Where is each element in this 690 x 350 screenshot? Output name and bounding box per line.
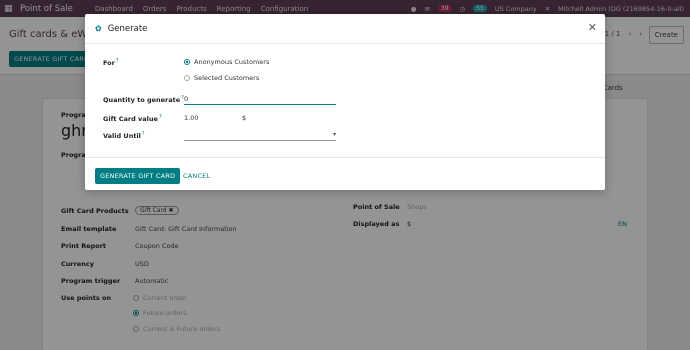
quantity-input[interactable]: 0: [184, 95, 336, 105]
radio-anonymous[interactable]: [184, 59, 190, 65]
radio-selected[interactable]: [184, 75, 190, 81]
odoo-logo-icon: ✿: [95, 24, 102, 33]
quantity-label: Quantity to generate?: [103, 95, 184, 104]
close-icon[interactable]: ✕: [588, 22, 597, 33]
generate-dialog: ✿ Generate ✕ For? Anonymous Customers Se…: [85, 14, 605, 190]
gift-card-value-input[interactable]: 1.00: [184, 114, 238, 124]
for-option-selected-label: Selected Customers: [194, 74, 260, 82]
quantity-label-text: Quantity to generate: [103, 96, 181, 105]
dialog-header: ✿ Generate ✕: [85, 14, 605, 44]
chevron-down-icon[interactable]: ▾: [333, 131, 336, 138]
valid-until-label: Valid Until?: [103, 131, 145, 140]
help-icon[interactable]: ?: [142, 131, 145, 137]
valid-until-label-text: Valid Until: [103, 132, 141, 141]
for-option-anonymous[interactable]: Anonymous Customers: [184, 58, 269, 66]
dialog-title: Generate: [107, 23, 148, 34]
for-label-text: For: [103, 59, 115, 68]
for-label: For?: [103, 58, 119, 67]
gift-card-value-label-text: Gift Card value: [103, 115, 158, 124]
valid-until-input[interactable]: ▾: [184, 131, 336, 141]
help-icon[interactable]: ?: [159, 114, 162, 120]
dialog-footer: GENERATE GIFT CARD CANCEL: [85, 157, 605, 190]
gift-card-currency: $: [242, 114, 247, 122]
for-option-anonymous-label: Anonymous Customers: [194, 58, 270, 66]
for-option-selected[interactable]: Selected Customers: [184, 74, 259, 82]
generate-gift-card-button[interactable]: GENERATE GIFT CARD: [95, 168, 181, 184]
help-icon[interactable]: ?: [116, 58, 119, 64]
cancel-button[interactable]: CANCEL: [183, 172, 210, 180]
gift-card-value-label: Gift Card value?: [103, 114, 162, 123]
